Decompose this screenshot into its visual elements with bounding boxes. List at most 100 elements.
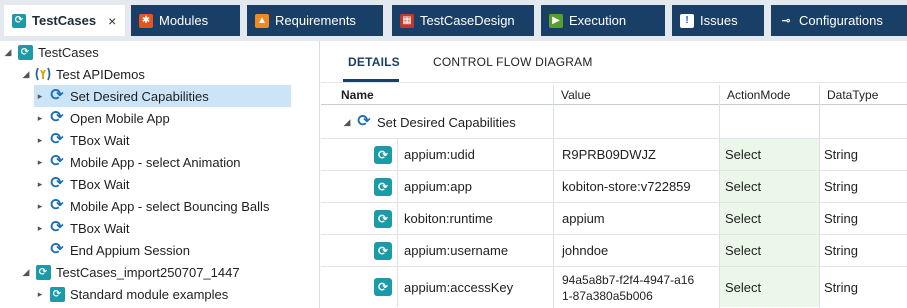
- collapse-arrow-icon[interactable]: ◢: [341, 117, 353, 128]
- tab-testcases[interactable]: ⟳ TestCases ×: [4, 5, 125, 36]
- datatype-cell[interactable]: String: [824, 203, 858, 234]
- tab-testcasedesign[interactable]: ▦ TestCaseDesign: [392, 5, 534, 36]
- expand-arrow-icon[interactable]: ▸: [34, 135, 46, 146]
- expand-arrow-icon[interactable]: ▸: [34, 91, 46, 102]
- tab-label: TestCaseDesign: [420, 13, 515, 28]
- value-cell[interactable]: R9PRB09DWJZ: [562, 139, 656, 170]
- collapse-arrow-icon[interactable]: ◢: [20, 69, 32, 80]
- teststep-icon: ⟳: [50, 241, 64, 258]
- tab-configurations[interactable]: ⊸ Configurations: [771, 5, 907, 36]
- testcasedesign-icon: ▦: [400, 13, 414, 28]
- expand-arrow-icon[interactable]: ▸: [34, 289, 46, 300]
- active-tab-indicator: [343, 79, 399, 82]
- datatype-cell[interactable]: String: [824, 171, 858, 202]
- teststep-icon: ⟳: [50, 175, 64, 192]
- grid-row[interactable]: ⟳ appium:accessKey 94a5a8b7-f2f4-4947-a1…: [321, 267, 907, 308]
- issues-icon: !: [680, 13, 694, 28]
- tab-label: Requirements: [275, 13, 356, 28]
- tree-node-label: Mobile App - select Bouncing Balls: [70, 198, 270, 214]
- value-cell[interactable]: 94a5a8b7-f2f4-4947-a16 1-87a380a5b006: [562, 269, 694, 307]
- grid-row[interactable]: ⟳ kobiton:runtime appium Select String: [321, 203, 907, 235]
- column-header-value[interactable]: Value: [561, 88, 591, 102]
- column-header-actionmode[interactable]: ActionMode: [727, 88, 790, 102]
- name-cell[interactable]: appium:username: [397, 235, 553, 266]
- testcases-tree: ◢ ⟳ TestCases ◢ Test APIDemos ▸ ⟳ Set De…: [0, 41, 320, 308]
- main-tab-bar: ⟳ TestCases × ✱ Modules ▲ Requirements ▦…: [0, 0, 907, 41]
- tab-issues[interactable]: ! Issues: [672, 5, 764, 36]
- tree-node-label: TBox Wait: [70, 176, 130, 192]
- parameter-icon-cell: ⟳: [374, 203, 396, 234]
- parameter-icon-cell: ⟳: [374, 171, 396, 202]
- collapse-arrow-icon[interactable]: ◢: [20, 267, 32, 278]
- parameter-icon: ⟳: [374, 177, 392, 196]
- tree-node-step[interactable]: ▸ ⟳ Set Desired Capabilities: [34, 85, 291, 107]
- tree-node-folder[interactable]: ◢ ⟳ TestCases_import250707_1447: [20, 261, 240, 283]
- execution-icon: ▶: [549, 13, 563, 28]
- tree-node-label: TBox Wait: [70, 220, 130, 236]
- tab-execution[interactable]: ▶ Execution: [541, 5, 665, 36]
- name-cell[interactable]: appium:udid: [397, 139, 553, 170]
- tab-requirements[interactable]: ▲ Requirements: [247, 5, 383, 36]
- parameter-icon-cell: ⟳: [374, 267, 396, 307]
- datatype-cell[interactable]: String: [824, 139, 858, 170]
- tab-label: Configurations: [799, 13, 883, 28]
- tab-details[interactable]: DETAILS: [348, 55, 400, 69]
- actionmode-cell[interactable]: Select: [720, 171, 819, 202]
- tree-node-step[interactable]: ▸ ⟳ TBox Wait: [34, 217, 130, 239]
- actionmode-cell[interactable]: Select: [720, 139, 819, 170]
- tree-node-step[interactable]: ▸ ⟳ TBox Wait: [34, 129, 130, 151]
- tab-control-flow-diagram[interactable]: CONTROL FLOW DIAGRAM: [433, 55, 593, 69]
- grid-group-row[interactable]: ◢ ⟳ Set Desired Capabilities: [321, 106, 907, 139]
- grid-row[interactable]: ⟳ appium:username johndoe Select String: [321, 235, 907, 267]
- tree-node-step[interactable]: ▸ ⟳ Mobile App - select Animation: [34, 151, 241, 173]
- name-cell[interactable]: appium:app: [397, 171, 553, 202]
- value-cell[interactable]: appium: [562, 203, 605, 234]
- tree-node-label: TBox Wait: [70, 132, 130, 148]
- tab-label: Issues: [700, 13, 738, 28]
- value-cell[interactable]: kobiton-store:v722859: [562, 171, 691, 202]
- tree-node-label: Set Desired Capabilities: [70, 88, 209, 104]
- column-header-datatype[interactable]: DataType: [827, 88, 878, 102]
- teststep-icon: ⟳: [50, 153, 64, 170]
- testcase-template-icon: [35, 66, 51, 82]
- parameter-icon-cell: ⟳: [374, 235, 396, 266]
- tree-node-step[interactable]: ▸ ⟳ TBox Wait: [34, 173, 130, 195]
- parameter-icon: ⟳: [374, 145, 392, 164]
- value-line: 1-87a380a5b006: [562, 289, 653, 303]
- name-cell[interactable]: appium:accessKey: [397, 267, 553, 307]
- tree-node-step[interactable]: ⟳ End Appium Session: [34, 239, 190, 261]
- tree-node-step[interactable]: ▸ ⟳ Mobile App - select Bouncing Balls: [34, 195, 270, 217]
- tree-node-testcase[interactable]: ◢ Test APIDemos: [20, 63, 145, 85]
- expand-arrow-icon[interactable]: ▸: [34, 201, 46, 212]
- tree-node-folder[interactable]: ▸ ⟳ Standard module examples: [34, 283, 228, 305]
- expand-arrow-icon[interactable]: ▸: [34, 223, 46, 234]
- name-cell[interactable]: kobiton:runtime: [397, 203, 553, 234]
- actionmode-cell[interactable]: Select: [720, 267, 819, 307]
- tab-label: Execution: [569, 13, 627, 28]
- expand-arrow-icon[interactable]: ▸: [34, 179, 46, 190]
- expand-arrow-icon[interactable]: ▸: [34, 113, 46, 124]
- teststep-icon: ⟳: [50, 131, 64, 148]
- actionmode-cell[interactable]: Select: [720, 235, 819, 266]
- close-icon[interactable]: ×: [108, 13, 116, 29]
- value-cell[interactable]: johndoe: [562, 235, 608, 266]
- grid-row[interactable]: ⟳ appium:udid R9PRB09DWJZ Select String: [321, 139, 907, 171]
- teststep-icon: ⟳: [50, 219, 64, 236]
- details-panel: DETAILS CONTROL FLOW DIAGRAM Name Value …: [321, 41, 907, 308]
- datatype-cell[interactable]: String: [824, 267, 858, 307]
- tree-node-step[interactable]: ▸ ⟳ Open Mobile App: [34, 107, 170, 129]
- column-header-name[interactable]: Name: [341, 88, 374, 102]
- group-name-cell: ◢ ⟳ Set Desired Capabilities: [341, 106, 516, 138]
- expand-arrow-icon[interactable]: ▸: [34, 157, 46, 168]
- actionmode-cell[interactable]: Select: [720, 203, 819, 234]
- tree-node-root[interactable]: ◢ ⟳ TestCases: [2, 41, 99, 63]
- parameter-icon: ⟳: [374, 209, 392, 228]
- datatype-cell[interactable]: String: [824, 235, 858, 266]
- teststep-icon: ⟳: [357, 113, 371, 130]
- collapse-arrow-icon[interactable]: ◢: [2, 47, 14, 58]
- tree-node-label: End Appium Session: [70, 242, 190, 258]
- grid-row[interactable]: ⟳ appium:app kobiton-store:v722859 Selec…: [321, 171, 907, 203]
- tree-node-label: TestCases_import250707_1447: [56, 264, 240, 280]
- tab-modules[interactable]: ✱ Modules: [131, 5, 240, 36]
- tree-node-label: Test APIDemos: [56, 66, 145, 82]
